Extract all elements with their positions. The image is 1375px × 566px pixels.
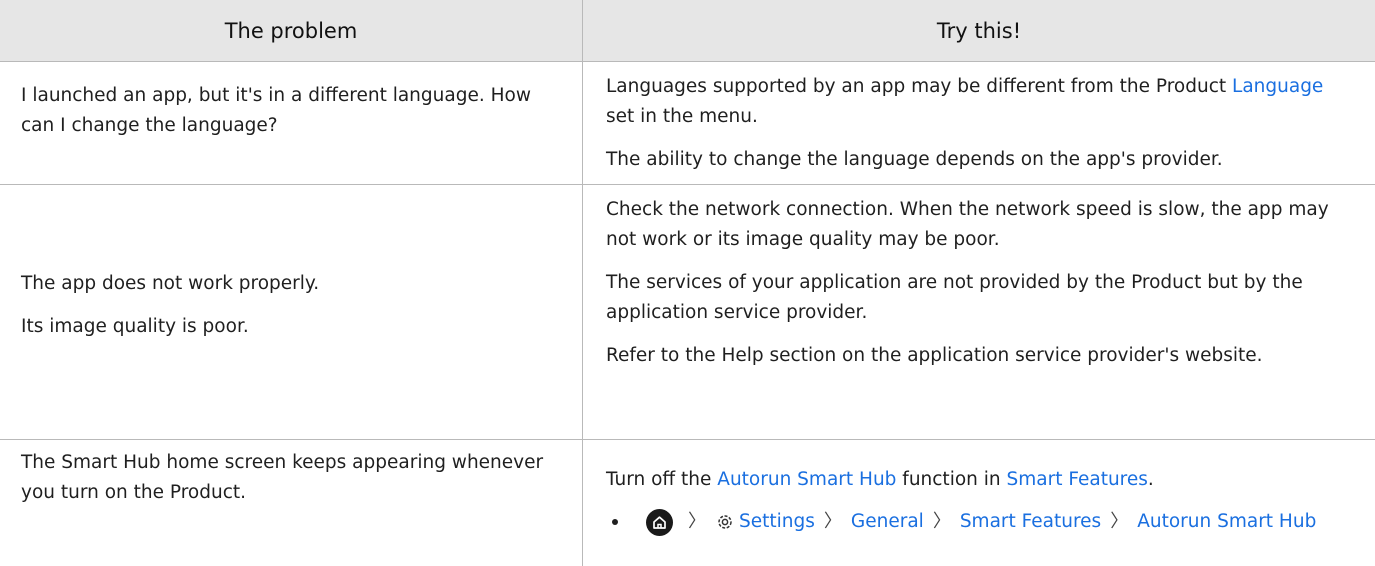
solution-cell: Check the network connection. When the n…	[606, 195, 1356, 371]
home-icon[interactable]	[646, 508, 673, 536]
solution-paragraph: The ability to change the language depen…	[606, 149, 1223, 170]
problem-text: I launched an app, but it's in a differe…	[21, 85, 531, 136]
column-divider	[582, 0, 583, 566]
gear-icon	[715, 512, 735, 532]
solution-cell: Turn off the Autorun Smart Hub function …	[606, 465, 1356, 537]
chevron-right-icon: 〉	[823, 511, 842, 532]
solution-paragraph: Languages supported by an app may be dif…	[606, 72, 1356, 132]
problem-text: The app does not work properly.	[21, 273, 320, 294]
table-header-row: The problem Try this!	[0, 0, 1375, 62]
path-autorun-smart-hub[interactable]: Autorun Smart Hub	[1137, 507, 1316, 537]
table-row: I launched an app, but it's in a differe…	[0, 62, 1375, 185]
solution-text: Languages supported by an app may be dif…	[606, 76, 1233, 97]
path-smart-features[interactable]: Smart Features	[960, 507, 1101, 537]
chevron-right-icon: 〉	[688, 511, 706, 532]
bullet-icon	[612, 519, 618, 525]
solution-paragraph: Check the network connection. When the n…	[606, 199, 1329, 250]
table-row: The app does not work properly. Its imag…	[0, 185, 1375, 440]
solution-text: Turn off the	[606, 469, 718, 490]
solution-paragraph: The services of your application are not…	[606, 272, 1303, 323]
problem-text: The Smart Hub home screen keeps appearin…	[21, 452, 544, 503]
troubleshooting-table: The problem Try this! I launched an app,…	[0, 0, 1375, 566]
autorun-smart-hub-link[interactable]: Autorun Smart Hub	[717, 469, 896, 490]
header-problem: The problem	[224, 19, 358, 43]
solution-text: .	[1147, 469, 1154, 490]
table-row: The Smart Hub home screen keeps appearin…	[0, 440, 1375, 566]
solution-cell: Languages supported by an app may be dif…	[606, 72, 1356, 175]
solution-paragraph: Refer to the Help section on the applica…	[606, 345, 1263, 366]
path-settings[interactable]: Settings	[739, 507, 815, 537]
solution-text: function in	[896, 469, 1007, 490]
header-try-this: Try this!	[936, 19, 1022, 43]
solution-paragraph: Turn off the Autorun Smart Hub function …	[606, 465, 1356, 495]
chevron-right-icon: 〉	[932, 511, 951, 532]
language-link[interactable]: Language	[1232, 76, 1323, 97]
smart-features-link[interactable]: Smart Features	[1007, 469, 1148, 490]
menu-path: 〉 Settings 〉 General 〉 Smart Features 〉 …	[606, 507, 1356, 537]
solution-text: set in the menu.	[606, 106, 758, 127]
problem-cell: The app does not work properly. Its imag…	[21, 269, 561, 342]
path-general[interactable]: General	[851, 507, 924, 537]
problem-cell: The Smart Hub home screen keeps appearin…	[21, 448, 561, 508]
chevron-right-icon: 〉	[1110, 511, 1129, 532]
problem-cell: I launched an app, but it's in a differe…	[21, 81, 561, 141]
problem-text: Its image quality is poor.	[21, 316, 249, 337]
